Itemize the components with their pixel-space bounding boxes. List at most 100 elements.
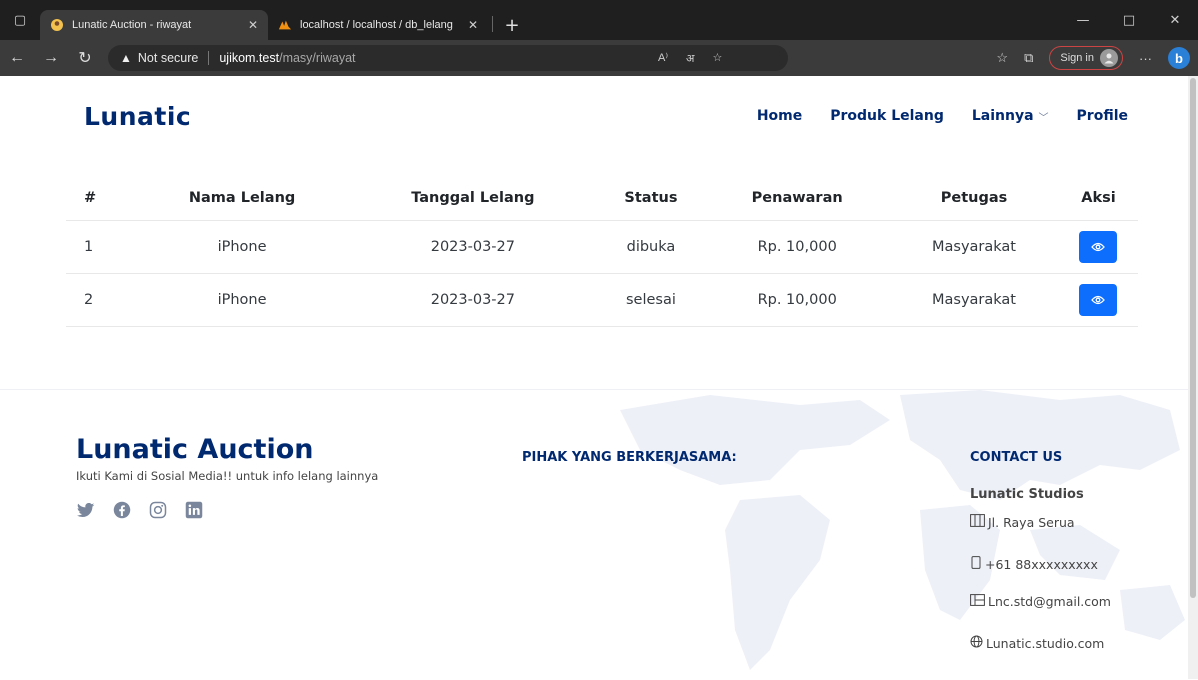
cell-tanggal: 2023-03-27 <box>349 220 597 274</box>
view-detail-button[interactable] <box>1079 284 1118 316</box>
eye-icon <box>1091 295 1106 305</box>
cell-tanggal: 2023-03-27 <box>349 273 597 327</box>
url-host: ujikom.test <box>219 51 280 65</box>
instagram-icon[interactable] <box>148 500 168 520</box>
site-logo[interactable]: Lunatic <box>84 102 191 131</box>
map-icon <box>970 514 985 530</box>
cell-aksi <box>1058 273 1138 327</box>
address-line: Jl. Raya Serua <box>970 514 1075 530</box>
header-aksi: Aksi <box>1058 176 1138 221</box>
header-status: Status <box>596 176 706 221</box>
nav-home[interactable]: Home <box>757 108 802 124</box>
browser-toolbar: ← → ↻ ▲ Not secure ujikom.test /masy/riw… <box>0 40 1198 76</box>
riwayat-table: # Nama Lelang Tanggal Lelang Status Pena… <box>66 176 1138 327</box>
address-text: Jl. Raya Serua <box>988 514 1075 530</box>
read-aloud-icon[interactable]: A⁾ <box>658 51 668 66</box>
tab-actions-icon[interactable]: ▢ <box>0 0 40 40</box>
email-text[interactable]: Lnc.std@gmail.com <box>988 594 1111 609</box>
close-tab-icon[interactable]: ✕ <box>248 18 258 32</box>
more-options-icon[interactable]: ··· <box>1139 51 1152 66</box>
twitter-icon[interactable] <box>76 500 96 520</box>
forward-icon[interactable]: → <box>34 44 68 72</box>
cell-nama: iPhone <box>135 273 350 327</box>
profile-avatar-icon <box>1100 49 1118 67</box>
toolbar-right: ☆ ⧉ Sign in ··· b <box>996 46 1198 70</box>
cell-petugas: Masyarakat <box>889 273 1059 327</box>
website-text[interactable]: Lunatic.studio.com <box>986 636 1104 651</box>
table-header-row: # Nama Lelang Tanggal Lelang Status Pena… <box>66 176 1138 221</box>
footer-tagline: Ikuti Kami di Sosial Media!! untuk info … <box>76 469 379 483</box>
scrollbar-thumb[interactable] <box>1190 78 1196 598</box>
cell-penawaran: Rp. 10,000 <box>705 220 890 274</box>
browser-tab-bar: ▢ Lunatic Auction - riwayat ✕ localhost … <box>0 0 1198 40</box>
cell-status: selesai <box>596 273 706 327</box>
chevron-down-icon: ﹀ <box>1038 112 1049 124</box>
cell-status: dibuka <box>596 220 706 274</box>
new-tab-icon[interactable]: + <box>497 10 527 40</box>
phone-text: +61 88xxxxxxxxx <box>985 556 1098 572</box>
url-path: /masy/riwayat <box>279 51 356 65</box>
nav-lainnya-dropdown[interactable]: Lainnya ﹀ <box>972 108 1049 124</box>
partner-heading: PIHAK YANG BERKERJASAMA: <box>522 450 737 465</box>
main-menu: Home Produk Lelang Lainnya ﹀ Profile <box>757 108 1128 124</box>
translate-icon[interactable]: अ <box>686 51 694 66</box>
cell-aksi <box>1058 220 1138 274</box>
tab-title: Lunatic Auction - riwayat <box>72 19 192 31</box>
warning-icon[interactable]: ▲ <box>120 51 132 65</box>
cell-nama: iPhone <box>135 220 350 274</box>
company-name: Lunatic Studios <box>970 487 1084 502</box>
cell-penawaran: Rp. 10,000 <box>705 273 890 327</box>
web-page: Lunatic Home Produk Lelang Lainnya ﹀ Pro… <box>0 76 1188 680</box>
browser-tab-inactive[interactable]: localhost / localhost / db_lelang ✕ <box>268 10 488 40</box>
lunatic-favicon-icon <box>50 18 64 32</box>
nav-produk-lelang[interactable]: Produk Lelang <box>830 108 944 124</box>
nav-lainnya-label: Lainnya <box>971 108 1034 124</box>
sign-in-label: Sign in <box>1060 52 1094 64</box>
browser-tab-active[interactable]: Lunatic Auction - riwayat ✕ <box>40 10 268 40</box>
facebook-icon[interactable] <box>112 500 132 520</box>
site-footer: Lunatic Auction Ikuti Kami di Sosial Med… <box>0 389 1188 680</box>
cell-petugas: Masyarakat <box>889 220 1059 274</box>
table-row: 1 iPhone 2023-03-27 dibuka Rp. 10,000 Ma… <box>66 220 1138 274</box>
favorite-add-icon[interactable]: ☆ <box>712 51 722 66</box>
linkedin-icon[interactable] <box>184 500 204 520</box>
maximize-icon[interactable]: □ <box>1106 0 1152 40</box>
email-icon <box>970 594 985 609</box>
header-nama-lelang: Nama Lelang <box>135 176 350 221</box>
tab-title: localhost / localhost / db_lelang <box>300 19 453 31</box>
email-line: Lnc.std@gmail.com <box>970 594 1111 609</box>
nav-profile[interactable]: Profile <box>1077 108 1128 124</box>
phpmyadmin-favicon-icon <box>278 18 292 32</box>
globe-icon <box>970 635 983 651</box>
sign-in-button[interactable]: Sign in <box>1049 46 1123 70</box>
page-scrollbar[interactable] <box>1188 76 1198 679</box>
tab-separator <box>492 16 493 32</box>
phone-line: +61 88xxxxxxxxx <box>970 556 1098 572</box>
site-navbar: Lunatic Home Produk Lelang Lainnya ﹀ Pro… <box>0 76 1188 160</box>
eye-icon <box>1091 242 1106 252</box>
header-petugas: Petugas <box>889 176 1059 221</box>
close-window-icon[interactable]: ✕ <box>1152 0 1198 40</box>
social-links <box>76 500 204 520</box>
address-divider <box>208 51 210 65</box>
footer-brand: Lunatic Auction <box>76 434 314 465</box>
phone-icon <box>970 556 982 572</box>
security-label[interactable]: Not secure <box>138 51 198 65</box>
collections-icon[interactable]: ⧉ <box>1024 50 1033 66</box>
favorites-icon[interactable]: ☆ <box>996 50 1008 66</box>
bing-copilot-icon[interactable]: b <box>1168 47 1190 69</box>
header-penawaran: Penawaran <box>705 176 890 221</box>
table-row: 2 iPhone 2023-03-27 selesai Rp. 10,000 M… <box>66 273 1138 327</box>
minimize-icon[interactable]: — <box>1060 0 1106 40</box>
cell-no: 1 <box>66 220 135 274</box>
website-line: Lunatic.studio.com <box>970 635 1104 651</box>
close-tab-icon[interactable]: ✕ <box>468 18 478 32</box>
view-detail-button[interactable] <box>1079 231 1118 263</box>
refresh-icon[interactable]: ↻ <box>68 44 102 72</box>
address-bar-actions: A⁾ अ ☆ <box>658 51 722 66</box>
header-no: # <box>66 176 135 221</box>
back-icon[interactable]: ← <box>0 44 34 72</box>
window-controls: — □ ✕ <box>1060 0 1198 40</box>
contact-heading: CONTACT US <box>970 450 1063 465</box>
cell-no: 2 <box>66 273 135 327</box>
